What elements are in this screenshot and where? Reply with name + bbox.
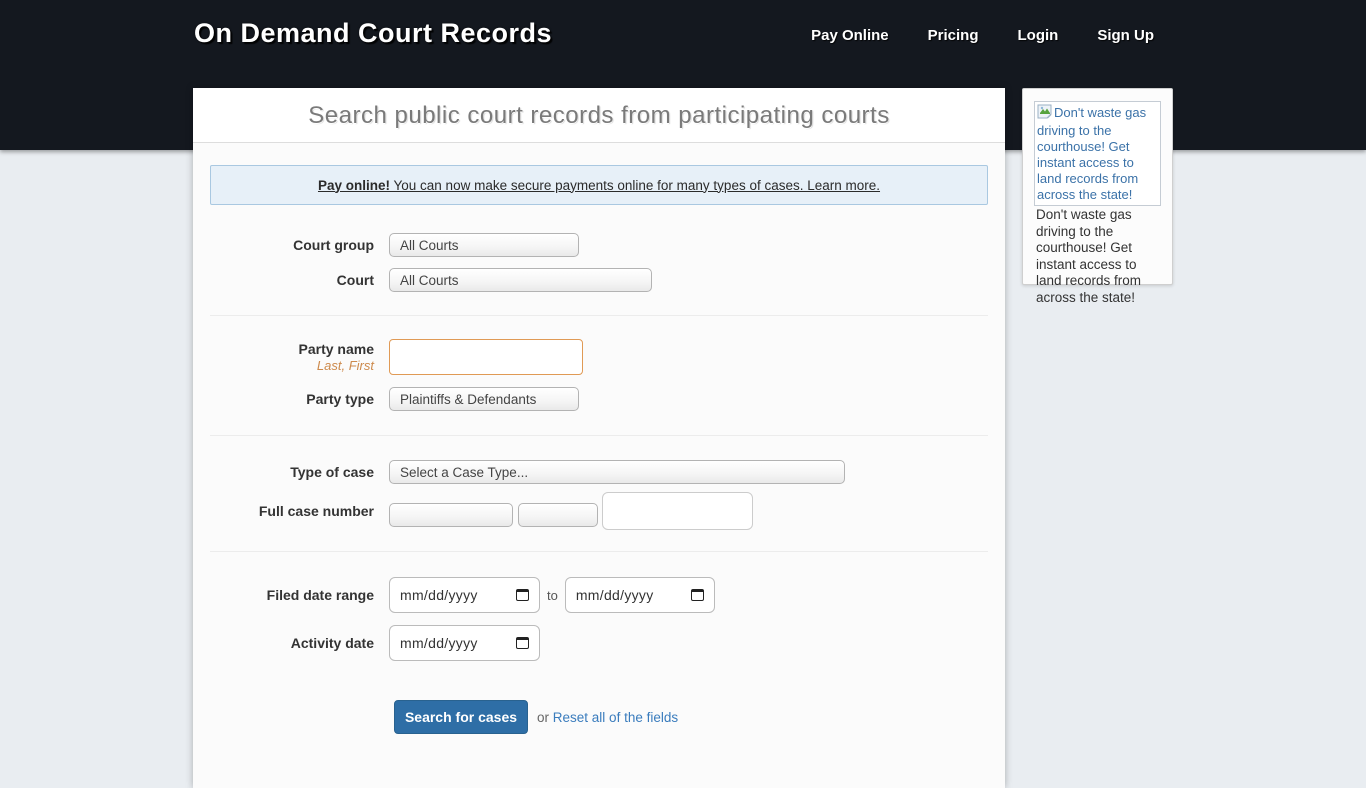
case-type-row: Type of case Select a Case Type... (193, 460, 845, 484)
pay-online-banner-link[interactable]: Pay online! You can now make secure paym… (318, 178, 880, 193)
filed-date-row: Filed date range mm/dd/yyyy to mm/dd/yyy… (193, 577, 715, 613)
calendar-icon[interactable] (516, 589, 529, 601)
nav-sign-up[interactable]: Sign Up (1097, 27, 1154, 44)
calendar-icon[interactable] (516, 637, 529, 649)
top-nav: Pay Online Pricing Login Sign Up (811, 27, 1154, 44)
party-name-input[interactable] (389, 339, 583, 375)
case-number-label: Full case number (193, 503, 374, 519)
party-type-row: Party type Plaintiffs & Defendants (193, 387, 579, 411)
divider (210, 551, 988, 552)
court-select[interactable]: All Courts (389, 268, 652, 292)
case-type-select[interactable]: Select a Case Type... (389, 460, 845, 484)
actions-row: Search for cases or Reset all of the fie… (193, 700, 678, 734)
filed-date-label: Filed date range (193, 587, 374, 603)
pay-online-banner-bold: Pay online! (318, 178, 390, 193)
case-number-part1-select[interactable] (389, 503, 513, 527)
sidebar-ad-caption: Don't waste gas driving to the courthous… (1036, 207, 1164, 306)
party-name-row: Party name Last, First (193, 339, 583, 375)
court-value: All Courts (400, 273, 459, 288)
filed-date-from-input[interactable]: mm/dd/yyyy (389, 577, 540, 613)
reset-prefix: or (537, 710, 549, 725)
court-row: Court All Courts (193, 268, 652, 292)
reset-link[interactable]: Reset all of the fields (553, 710, 678, 725)
court-label: Court (193, 272, 374, 288)
activity-date-label: Activity date (193, 635, 374, 651)
activity-date-row: Activity date mm/dd/yyyy (193, 625, 540, 661)
case-type-label: Type of case (193, 464, 374, 480)
date-placeholder: mm/dd/yyyy (400, 587, 516, 603)
search-panel: Search public court records from partici… (193, 88, 1005, 788)
divider (210, 435, 988, 436)
search-button[interactable]: Search for cases (394, 700, 528, 734)
broken-image-icon (1037, 104, 1053, 123)
case-number-part2-select[interactable] (518, 503, 598, 527)
nav-pay-online[interactable]: Pay Online (811, 27, 889, 44)
sidebar-ad-card: Don't waste gas driving to the courthous… (1022, 88, 1173, 285)
party-type-label: Party type (193, 391, 374, 407)
page-title: Search public court records from partici… (193, 88, 1005, 143)
divider (210, 315, 988, 316)
party-type-select[interactable]: Plaintiffs & Defendants (389, 387, 579, 411)
activity-date-input[interactable]: mm/dd/yyyy (389, 625, 540, 661)
pay-online-banner-text: You can now make secure payments online … (390, 178, 880, 193)
filed-date-to-input[interactable]: mm/dd/yyyy (565, 577, 715, 613)
party-name-label: Party name Last, First (193, 341, 374, 373)
date-placeholder: mm/dd/yyyy (576, 587, 691, 603)
sidebar-ad-link[interactable]: Don't waste gas driving to the courthous… (1034, 101, 1161, 206)
court-group-label: Court group (193, 237, 374, 253)
case-number-fields (389, 492, 753, 530)
site-title: On Demand Court Records (194, 18, 552, 49)
date-range-separator: to (547, 588, 558, 603)
case-number-row: Full case number (193, 492, 753, 530)
party-name-hint: Last, First (193, 358, 374, 373)
date-placeholder: mm/dd/yyyy (400, 635, 516, 651)
calendar-icon[interactable] (691, 589, 704, 601)
case-number-input[interactable] (602, 492, 753, 530)
nav-login[interactable]: Login (1018, 27, 1059, 44)
court-group-select[interactable]: All Courts (389, 233, 579, 257)
court-group-value: All Courts (400, 238, 459, 253)
nav-pricing[interactable]: Pricing (928, 27, 979, 44)
reset-wrap: or Reset all of the fields (537, 710, 678, 725)
court-group-row: Court group All Courts (193, 233, 579, 257)
party-name-label-text: Party name (299, 341, 374, 357)
party-type-value: Plaintiffs & Defendants (400, 392, 536, 407)
sidebar-ad-alt-text: Don't waste gas driving to the courthous… (1037, 105, 1146, 202)
case-type-value: Select a Case Type... (400, 465, 528, 480)
pay-online-banner: Pay online! You can now make secure paym… (210, 165, 988, 205)
